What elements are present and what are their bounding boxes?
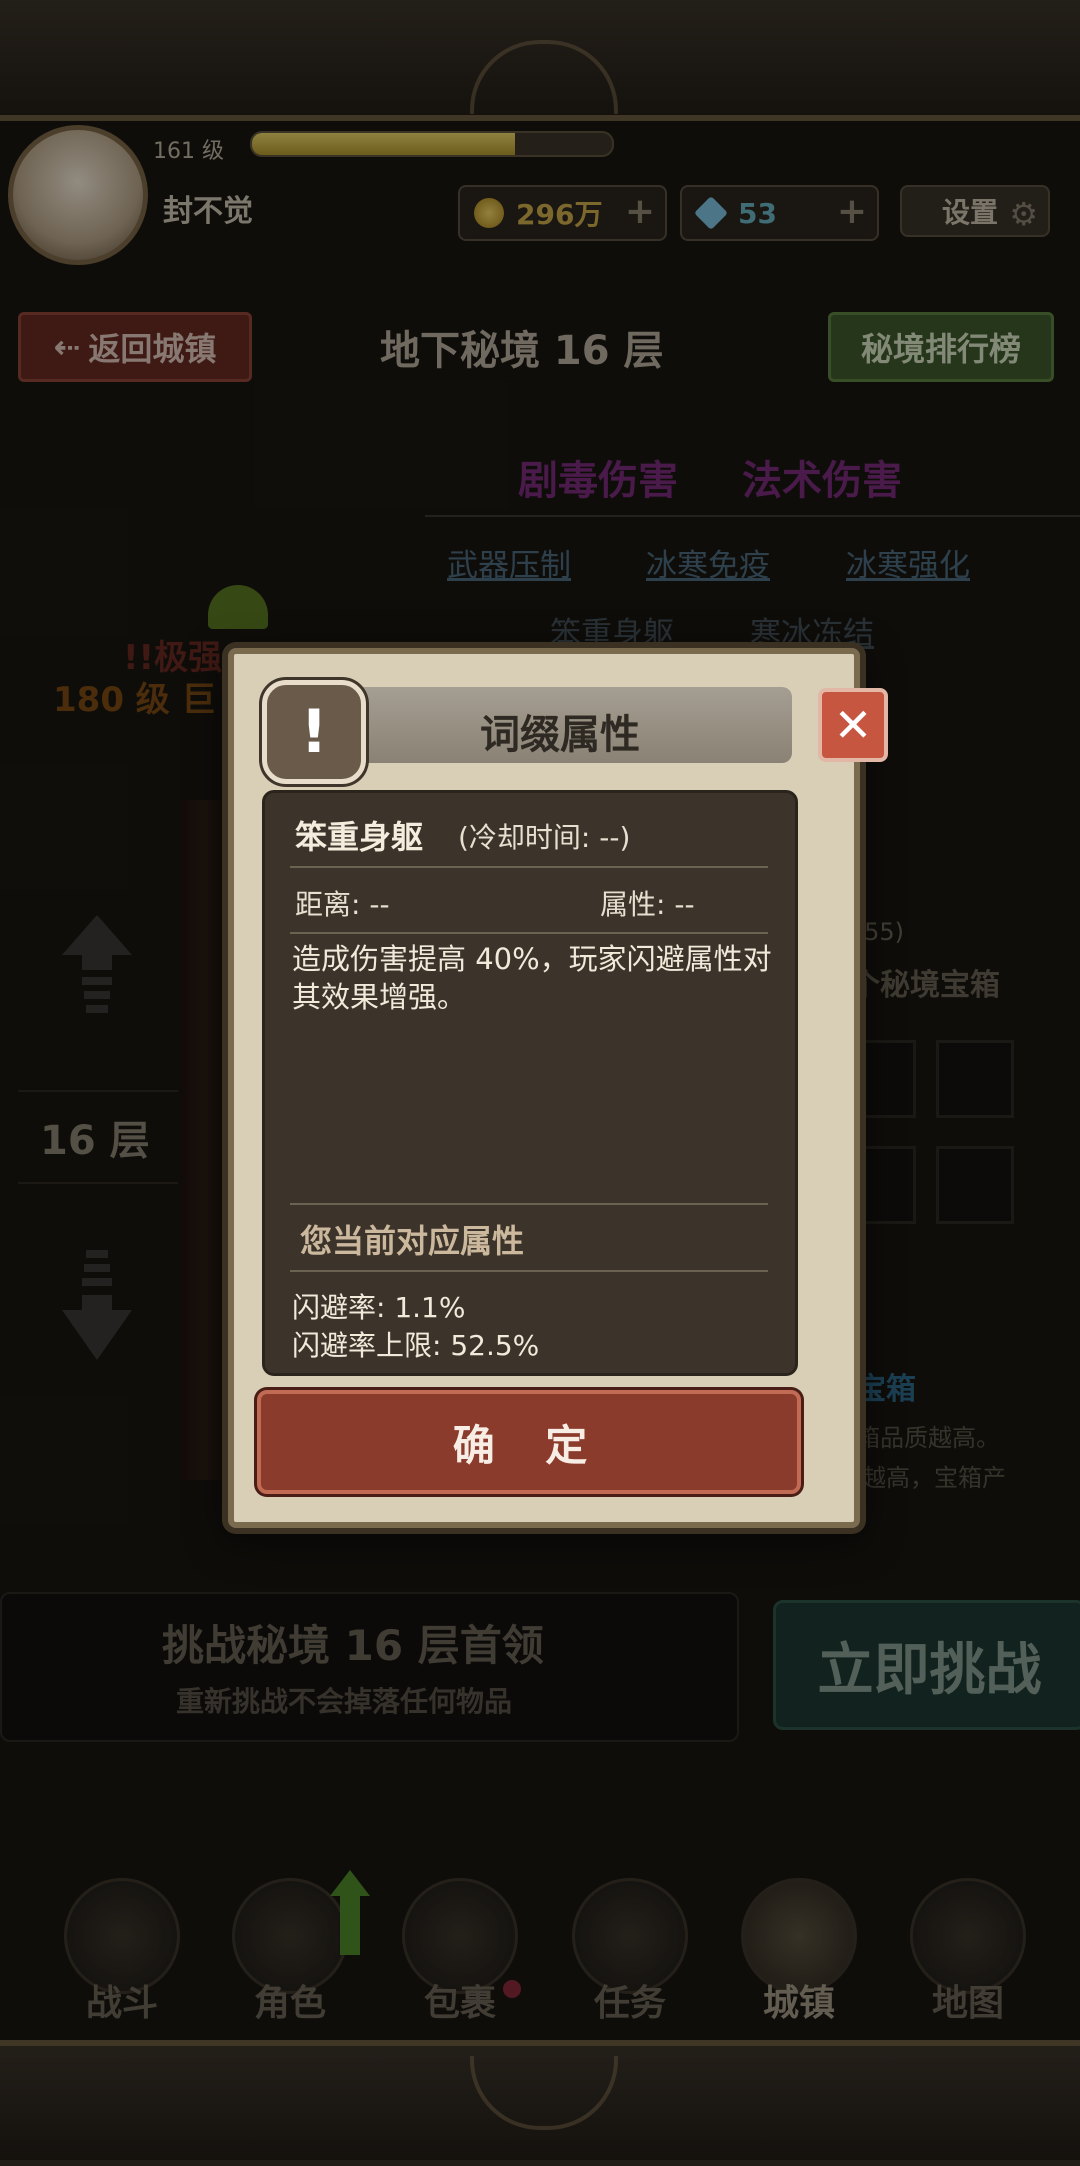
affix-distance: 距离: -- — [295, 888, 390, 921]
current-attributes-heading: 您当前对应属性 — [300, 1222, 525, 1260]
divider — [290, 932, 768, 934]
alert-icon: ! — [262, 680, 366, 784]
dodge-rate-cap: 闪避率上限: 52.5% — [292, 1329, 540, 1362]
divider — [290, 1203, 768, 1205]
dialog-title: 词缀属性 — [480, 712, 640, 758]
dodge-rate: 闪避率: 1.1% — [292, 1291, 466, 1324]
affix-name: 笨重身躯 — [295, 818, 424, 856]
affix-attribute: 属性: -- — [600, 888, 695, 921]
divider — [290, 866, 768, 868]
divider — [290, 1270, 768, 1272]
close-button[interactable]: ✕ — [818, 688, 888, 762]
affix-cooldown: (冷却时间: --) — [458, 821, 631, 854]
affix-description: 造成伤害提高 40%，玩家闪避属性对其效果增强。 — [292, 942, 772, 1014]
confirm-button[interactable]: 确 定 — [257, 1390, 801, 1494]
